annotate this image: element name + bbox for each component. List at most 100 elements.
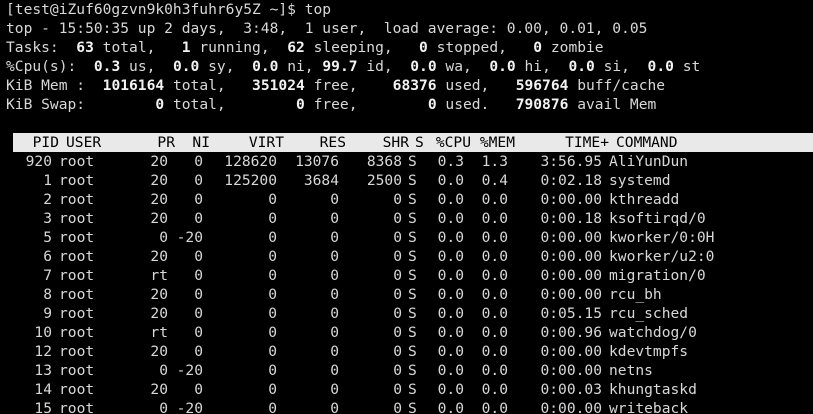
cell-state: S [408,286,417,303]
cpu-sy-label: sy, [208,58,235,75]
header-virt[interactable]: VIRT [210,133,284,152]
cell-shr: 2500 [366,172,402,189]
cell-ni: 0 [194,210,203,227]
cell-cpu: 0.0 [437,400,464,414]
cell-user: root [59,381,95,398]
header-time[interactable]: TIME+ [515,133,609,152]
header-pid[interactable]: PID [13,133,59,152]
mem-used-value: 68376 [392,77,437,94]
cell-shr: 0 [393,191,402,208]
cell-command: kworker/0:0H [609,229,715,246]
cell-shr: 0 [393,305,402,322]
cell-shr: 0 [393,267,402,284]
header-cpu[interactable]: %CPU [427,133,471,152]
process-row[interactable]: 920 root 20 0 128620 13076 8368 S 0.3 1.… [6,152,813,171]
cell-cpu: 0.3 [437,153,464,170]
cell-res: 0 [330,191,339,208]
cell-shr: 0 [393,362,402,379]
process-row[interactable]: 7 root rt 0 0 0 0 S 0.0 0.0 0:00.00 migr… [6,266,813,285]
cell-virt: 0 [268,343,277,360]
cell-pr: rt [150,267,168,284]
process-row[interactable]: 3 root 20 0 0 0 0 S 0.0 0.0 0:00.18 ksof… [6,209,813,228]
cell-pr: 20 [150,153,168,170]
cell-time: 0:00.00 [540,229,602,246]
cpu-st-value: 0.0 [647,58,674,75]
process-row[interactable]: 15 root 0 -20 0 0 0 S 0.0 0.0 0:00.00 wr… [6,399,813,414]
cell-time: 0:00.00 [540,267,602,284]
cell-mem: 0.0 [481,343,508,360]
cell-res: 0 [330,210,339,227]
cell-time: 0:00.00 [540,286,602,303]
process-row[interactable]: 5 root 0 -20 0 0 0 S 0.0 0.0 0:00.00 kwo… [6,228,813,247]
cell-state: S [408,191,417,208]
cpu-wa-label: wa, [445,58,472,75]
cell-command: netns [609,362,653,379]
cell-pr: 20 [150,191,168,208]
header-state[interactable]: S [415,133,427,152]
cpu-st-label: st [682,58,701,75]
cell-mem: 1.3 [481,153,508,170]
cell-virt: 0 [268,324,277,341]
cell-pid: 920 [25,153,52,170]
shell-prompt: [test@iZuf60gzvn9k0h3fuhr6y5Z ~]$ top [6,1,332,18]
cell-user: root [59,210,95,227]
mem-buff-value: 596764 [515,77,569,94]
cell-ni: -20 [176,400,203,414]
cell-state: S [408,267,417,284]
process-row[interactable]: 12 root 20 0 0 0 0 S 0.0 0.0 0:00.00 kde… [6,342,813,361]
cell-state: S [408,172,417,189]
cell-state: S [408,381,417,398]
cell-virt: 0 [268,400,277,414]
cell-time: 0:05.15 [540,305,602,322]
process-row[interactable]: 2 root 20 0 0 0 0 S 0.0 0.0 0:00.00 kthr… [6,190,813,209]
cell-ni: 0 [194,248,203,265]
process-row[interactable]: 14 root 20 0 0 0 0 S 0.0 0.0 0:00.03 khu… [6,380,813,399]
header-mem[interactable]: %MEM [471,133,515,152]
cell-state: S [408,400,417,414]
header-user[interactable]: USER [66,133,101,152]
cell-time: 0:00.00 [540,343,602,360]
cell-ni: -20 [176,229,203,246]
tasks-total-value: 63 [76,39,94,56]
header-shr[interactable]: SHR [346,133,409,152]
process-row[interactable]: 1 root 20 0 125200 3684 2500 S 0.0 0.4 0… [6,171,813,190]
swap-free-value: 0 [295,96,305,113]
process-row[interactable]: 13 root 0 -20 0 0 0 S 0.0 0.0 0:00.00 ne… [6,361,813,380]
cell-shr: 0 [393,286,402,303]
header-res[interactable]: RES [284,133,346,152]
cell-virt: 128620 [224,153,277,170]
header-pr[interactable]: PR [131,133,175,152]
process-row[interactable]: 8 root 20 0 0 0 0 S 0.0 0.0 0:00.00 rcu_… [6,285,813,304]
cpu-si-value: 0.0 [568,58,595,75]
cell-time: 0:00.00 [540,248,602,265]
header-ni[interactable]: NI [175,133,210,152]
cell-user: root [59,191,95,208]
cell-command: AliYunDun [609,153,689,170]
cell-command: khungtaskd [609,381,697,398]
cell-state: S [408,248,417,265]
process-row[interactable]: 6 root 20 0 0 0 0 S 0.0 0.0 0:00.00 kwor… [6,247,813,266]
cell-pr: 0 [159,229,168,246]
cell-res: 0 [330,343,339,360]
process-row[interactable]: 10 root rt 0 0 0 0 S 0.0 0.0 0:00.96 wat… [6,323,813,342]
cell-state: S [408,153,417,170]
cell-cpu: 0.0 [437,191,464,208]
cell-res: 0 [330,267,339,284]
process-row[interactable]: 9 root 20 0 0 0 0 S 0.0 0.0 0:05.15 rcu_… [6,304,813,323]
terminal-window[interactable]: [test@iZuf60gzvn9k0h3fuhr6y5Z ~]$ top to… [6,0,813,414]
cell-pid: 2 [43,191,52,208]
swap-avail-value: 790876 [515,96,569,113]
cell-mem: 0.0 [481,229,508,246]
cell-mem: 0.0 [481,210,508,227]
header-command[interactable]: COMMAND [616,133,678,152]
cell-virt: 0 [268,305,277,322]
cell-state: S [408,210,417,227]
tasks-sleeping-label: sleeping, [313,39,393,56]
cell-pr: 20 [150,286,168,303]
swap-free-label: free, [313,96,358,113]
cell-command: ksoftirqd/0 [609,210,706,227]
cell-user: root [59,324,95,341]
cell-res: 0 [330,248,339,265]
cell-user: root [59,248,95,265]
cpu-ni-label: ni, [287,58,314,75]
